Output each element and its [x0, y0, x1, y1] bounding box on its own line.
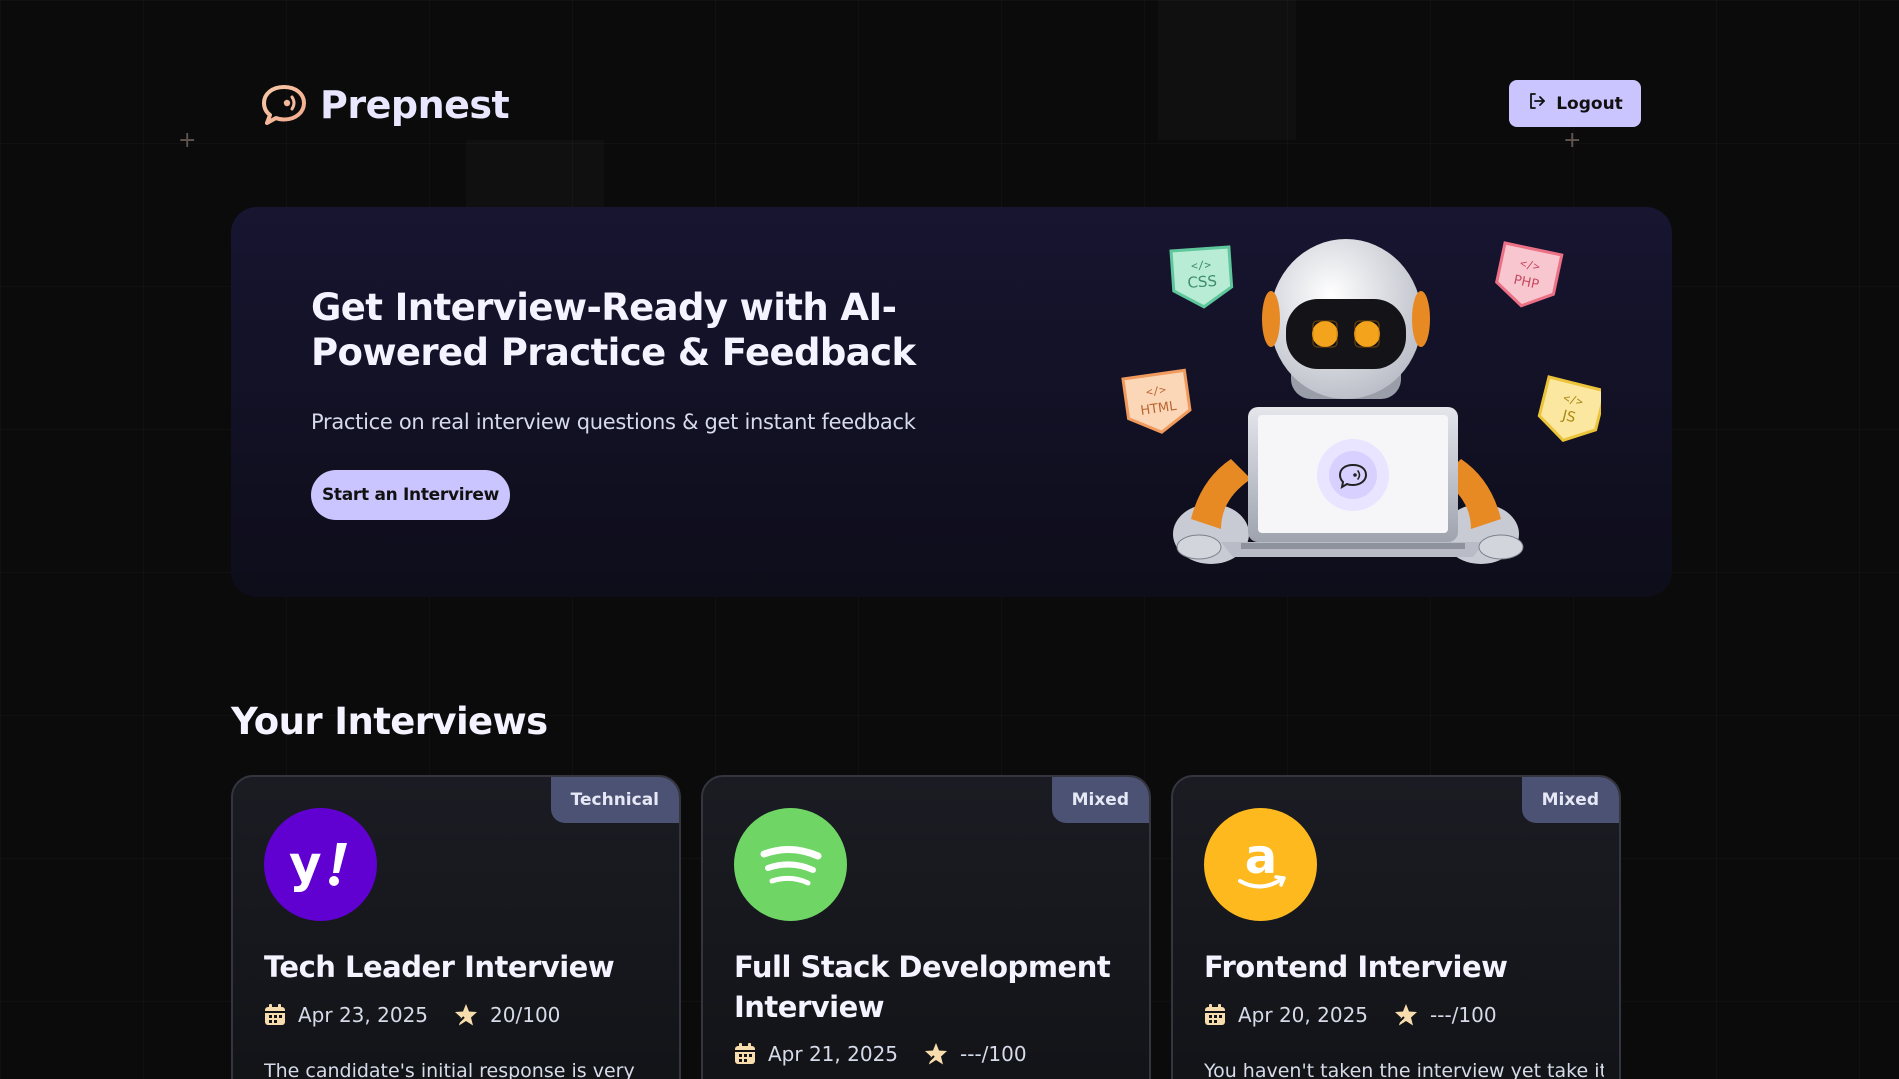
star-icon: [1394, 1003, 1418, 1027]
hero-title: Get Interview-Ready with AI-Powered Prac…: [311, 286, 916, 374]
calendar-icon: [734, 1042, 756, 1066]
chat-bubble-logo-icon: [260, 84, 308, 126]
yahoo-logo-icon: y: [264, 808, 377, 921]
background-tile: [466, 140, 604, 208]
css-tag-icon: CSS </>: [1169, 245, 1234, 309]
interview-type-badge: Technical: [550, 777, 679, 823]
sparkle-icon: +: [178, 128, 197, 153]
php-tag-icon: PHP </>: [1495, 241, 1564, 308]
svg-text:y: y: [289, 835, 322, 893]
logout-icon: [1527, 91, 1547, 116]
interview-title: Full Stack Development Interview: [734, 950, 1111, 1024]
interview-score: 20/100: [490, 1003, 561, 1027]
interview-card[interactable]: Mixed a Frontend Interview Apr 20, 2025 …: [1171, 775, 1621, 1079]
section-title: Your Interviews: [231, 700, 548, 743]
interview-score: ---/100: [960, 1042, 1027, 1066]
amazon-logo-icon: a: [1204, 808, 1317, 921]
interview-type-badge: Mixed: [1051, 777, 1149, 823]
logout-button[interactable]: Logout: [1509, 80, 1641, 127]
hero-subtitle: Practice on real interview questions & g…: [311, 410, 916, 434]
interview-meta: Apr 23, 2025 20/100: [264, 1003, 560, 1027]
robot-illustration: CSS </> PHP </> HTML </> JS </>: [1081, 229, 1608, 589]
js-tag-icon: JS </>: [1537, 375, 1608, 443]
interview-card[interactable]: Mixed Full Stack Development Interview A…: [701, 775, 1151, 1079]
spotify-logo-icon: [734, 808, 847, 921]
html-tag-icon: HTML </>: [1121, 368, 1192, 434]
interview-meta: Apr 20, 2025 ---/100: [1204, 1003, 1497, 1027]
page: + + Prepnest Logout Get Interview-Ready …: [0, 0, 1899, 1079]
interview-feedback: You haven't taken the interview yet take…: [1204, 1060, 1604, 1079]
interview-feedback: The candidate's initial response is very: [264, 1060, 635, 1079]
svg-text:CSS: CSS: [1187, 272, 1218, 292]
star-icon: [924, 1042, 948, 1066]
star-icon: [454, 1003, 478, 1027]
calendar-icon: [1204, 1003, 1226, 1027]
interview-title: Tech Leader Interview: [264, 950, 615, 984]
interview-meta: Apr 21, 2025 ---/100: [734, 1042, 1027, 1066]
hero-banner: Get Interview-Ready with AI-Powered Prac…: [231, 207, 1672, 597]
svg-text:</>: </>: [1191, 258, 1212, 272]
interview-type-badge: Mixed: [1521, 777, 1619, 823]
background-tile: [1158, 0, 1296, 140]
interview-score: ---/100: [1430, 1003, 1497, 1027]
interview-date: Apr 23, 2025: [298, 1003, 429, 1027]
interview-title: Frontend Interview: [1204, 950, 1508, 984]
brand-name: Prepnest: [320, 83, 510, 127]
brand-logo[interactable]: Prepnest: [260, 80, 510, 130]
interview-card[interactable]: Technical y Tech Leader Interview Apr 23…: [231, 775, 681, 1079]
calendar-icon: [264, 1003, 286, 1027]
svg-text:a: a: [1244, 833, 1276, 885]
start-interview-button[interactable]: Start an Intervirew: [311, 470, 510, 520]
interview-date: Apr 20, 2025: [1238, 1003, 1369, 1027]
logout-label: Logout: [1556, 93, 1623, 114]
sparkle-icon: +: [1563, 128, 1582, 153]
interview-date: Apr 21, 2025: [768, 1042, 899, 1066]
